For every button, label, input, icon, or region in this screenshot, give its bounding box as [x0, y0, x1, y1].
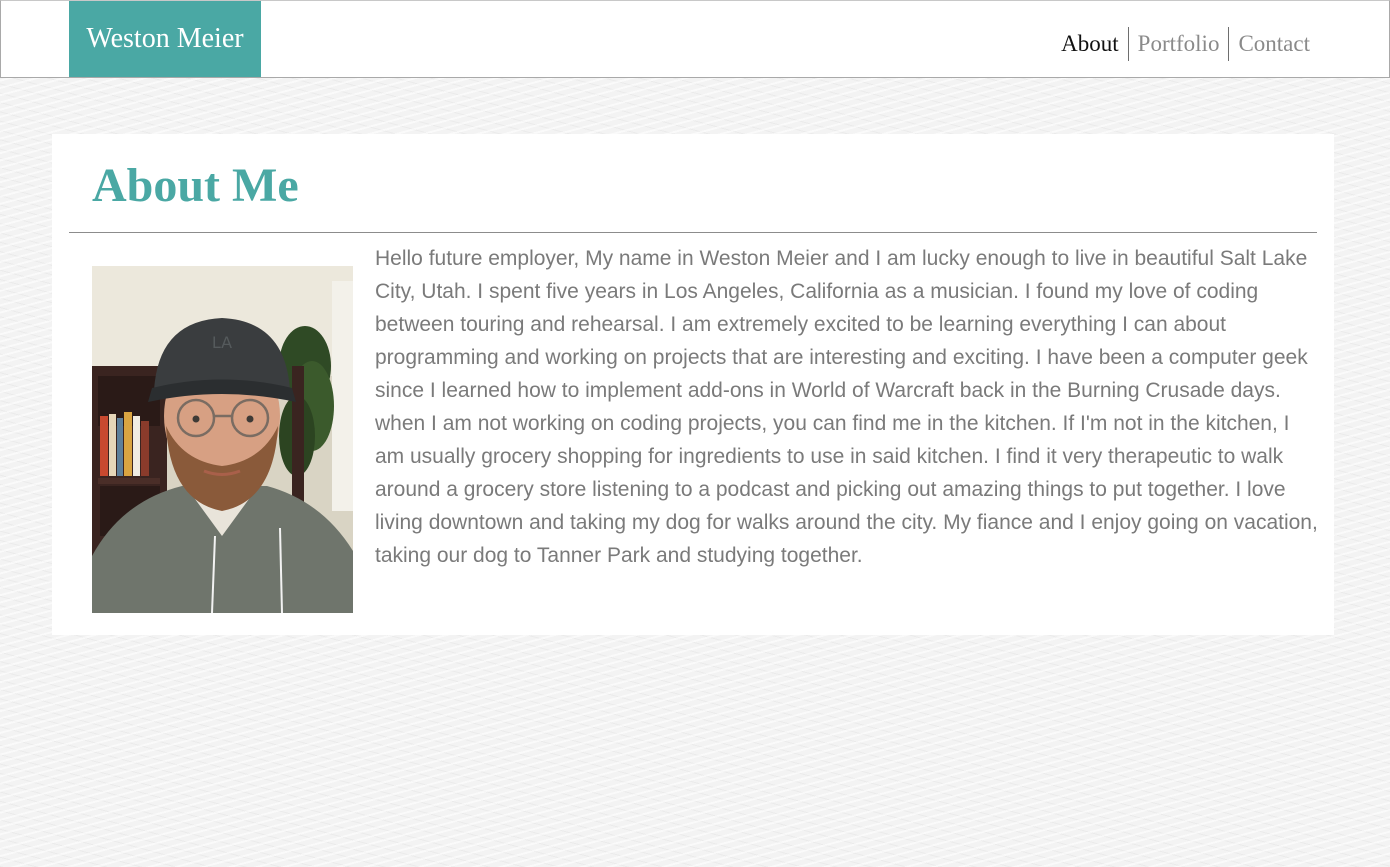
- nav-portfolio-link[interactable]: Portfolio: [1127, 27, 1229, 61]
- bio-paragraph: Hello future employer, My name in Weston…: [375, 247, 1318, 567]
- site-header: Weston Meier About Portfolio Contact: [0, 0, 1390, 78]
- nav-about-link[interactable]: About: [1052, 27, 1128, 61]
- nav-contact-link[interactable]: Contact: [1228, 27, 1310, 61]
- page-title: About Me: [92, 159, 299, 212]
- brand-link[interactable]: Weston Meier: [69, 1, 261, 77]
- title-divider: [69, 232, 1317, 233]
- about-card: About Me LA Hello future employer, My na…: [52, 134, 1334, 635]
- svg-text:LA: LA: [212, 333, 232, 352]
- main-nav: About Portfolio Contact: [1052, 27, 1310, 61]
- profile-photo: LA: [92, 266, 353, 613]
